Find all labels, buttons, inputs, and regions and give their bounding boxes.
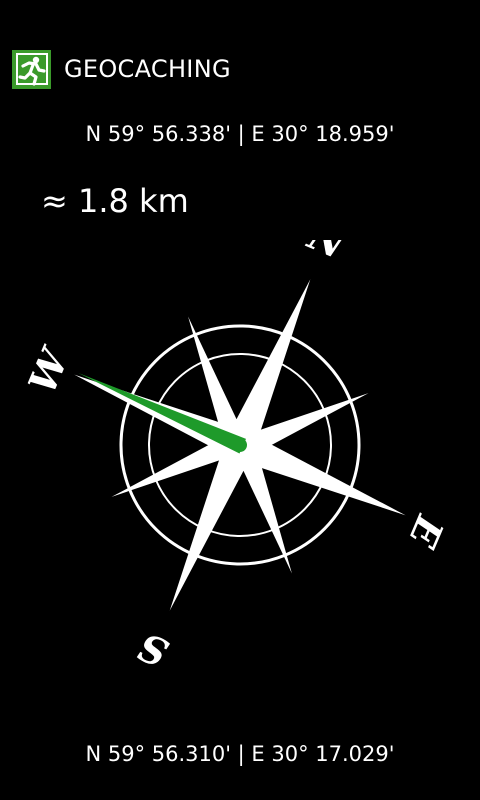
compass: N E S W [19,240,454,676]
compass-star [74,279,406,611]
compass-rose: N E S W [19,240,454,676]
running-person-icon [12,49,51,89]
compass-label-west: W [19,340,78,400]
app-title: GEOCACHING [64,55,231,83]
compass-label-east: E [400,509,454,555]
app-header: GEOCACHING [12,49,231,89]
current-coordinates: N 59° 56.310' | E 30° 17.029' [85,742,395,766]
compass-label-north: N [301,240,353,268]
distance-readout: ≈ 1.8 km [41,182,189,220]
target-coordinates: N 59° 56.338' | E 30° 18.959' [85,122,395,146]
compass-label-south: S [132,624,175,676]
